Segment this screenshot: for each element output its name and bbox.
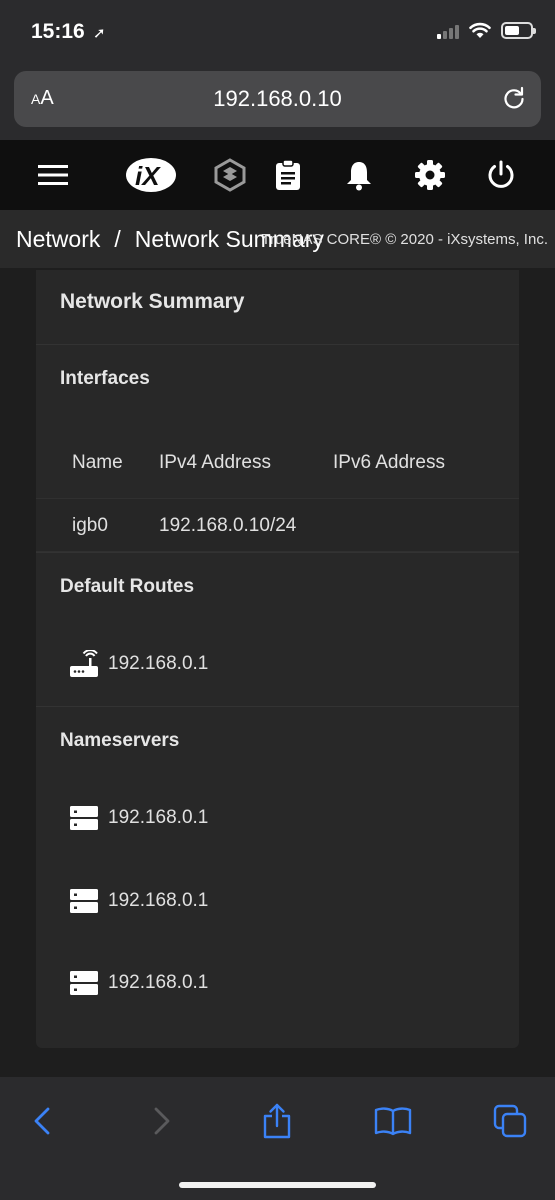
server-icon [70, 806, 98, 830]
default-routes-title: Default Routes [60, 576, 195, 597]
divider [36, 706, 519, 707]
column-header-ipv4: IPv4 Address [159, 452, 271, 473]
router-icon [70, 650, 98, 677]
power-icon[interactable] [483, 157, 519, 193]
server-icon [70, 971, 98, 995]
default-route-address: 192.168.0.1 [108, 653, 209, 674]
network-summary-card: Network Summary Interfaces Name IPv4 Add… [36, 270, 519, 1048]
clipboard-icon[interactable] [270, 157, 306, 193]
cellular-signal-icon [437, 23, 459, 39]
browser-bottom-toolbar [0, 1077, 555, 1200]
nameserver-address: 192.168.0.1 [108, 807, 209, 828]
interfaces-title: Interfaces [60, 368, 150, 389]
server-icon [70, 889, 98, 913]
wifi-icon [469, 22, 491, 38]
status-time: 15:16 [31, 20, 85, 43]
bookmarks-icon[interactable] [373, 1101, 413, 1141]
nameserver-address: 192.168.0.1 [108, 972, 209, 993]
nameserver-item: 192.168.0.1 [70, 969, 208, 997]
app-topbar: iX [0, 140, 555, 210]
copyright-text: TrueNAS CORE® © 2020 - iXsystems, Inc. [261, 231, 548, 248]
interface-ipv4: 192.168.0.10/24 [159, 515, 297, 536]
ix-logo[interactable]: iX [124, 157, 178, 193]
back-icon[interactable] [22, 1101, 62, 1141]
bell-icon[interactable] [341, 157, 377, 193]
column-header-ipv6: IPv6 Address [333, 452, 445, 473]
reload-icon[interactable] [501, 85, 527, 116]
forward-icon[interactable] [142, 1101, 182, 1141]
breadcrumb-separator: / [114, 226, 121, 252]
breadcrumb-bar: Network / Network Summary TrueNAS CORE® © … [0, 210, 555, 268]
truenas-icon[interactable] [212, 157, 248, 193]
battery-icon [501, 22, 536, 39]
browser-url-area: AA 192.168.0.10 [0, 66, 555, 140]
menu-icon[interactable] [35, 157, 71, 193]
interface-name: igb0 [72, 515, 108, 536]
gear-icon[interactable] [412, 157, 448, 193]
divider [36, 344, 519, 345]
breadcrumb-network-link[interactable]: Network [16, 226, 100, 252]
location-arrow-icon: ➚ [93, 25, 106, 42]
divider [36, 552, 519, 553]
url-bar[interactable]: AA 192.168.0.10 [14, 71, 541, 127]
home-indicator [179, 1182, 376, 1188]
nameservers-title: Nameservers [60, 730, 180, 751]
nameserver-item: 192.168.0.1 [70, 804, 208, 832]
tabs-icon[interactable] [490, 1101, 530, 1141]
default-route-item: 192.168.0.1 [70, 650, 208, 678]
svg-text:iX: iX [135, 161, 161, 191]
nameserver-address: 192.168.0.1 [108, 890, 209, 911]
url-text[interactable]: 192.168.0.10 [14, 86, 541, 112]
table-row: igb0 192.168.0.10/24 [36, 498, 519, 552]
share-icon[interactable] [257, 1101, 297, 1141]
card-title: Network Summary [60, 290, 245, 313]
column-header-name: Name [72, 452, 123, 473]
status-indicators [437, 22, 536, 39]
status-bar: 15:16 ➚ [0, 0, 555, 66]
nameserver-item: 192.168.0.1 [70, 887, 208, 915]
